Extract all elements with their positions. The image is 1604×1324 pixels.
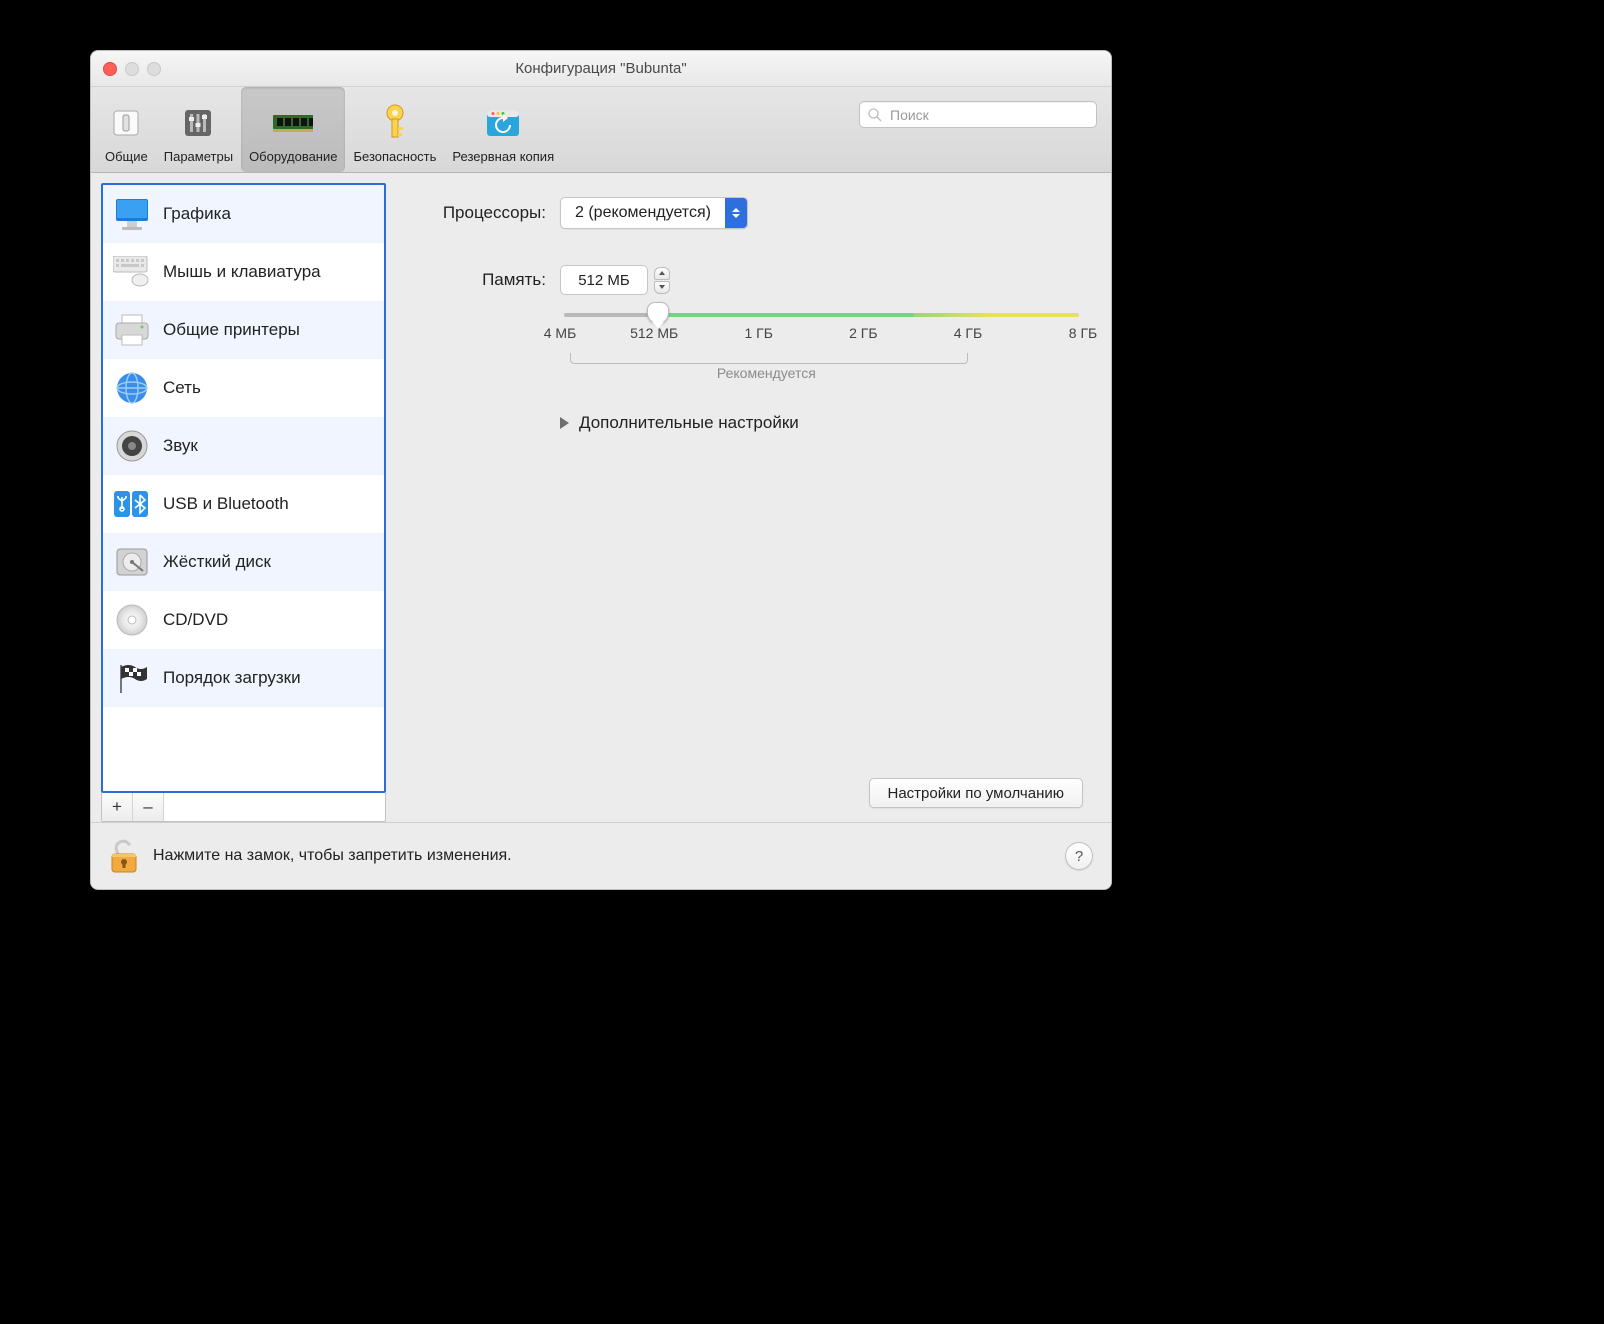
mouse-keyboard-icon: [113, 253, 151, 291]
memory-stepper[interactable]: [654, 267, 670, 294]
tick-label: 4 МБ: [544, 325, 577, 341]
sidebar-item-label: Общие принтеры: [163, 320, 300, 340]
sidebar-item-graphics[interactable]: Графика: [103, 185, 384, 243]
memory-slider[interactable]: [564, 309, 1079, 319]
search-input[interactable]: [888, 106, 1088, 124]
disclosure-triangle-icon: [560, 417, 569, 429]
slider-thumb[interactable]: [647, 302, 669, 324]
key-icon: [375, 103, 415, 143]
advanced-label: Дополнительные настройки: [579, 413, 799, 433]
sidebar-item-boot-order[interactable]: Порядок загрузки: [103, 649, 384, 707]
toolbar-label: Резервная копия: [452, 149, 554, 164]
tick-label: 2 ГБ: [849, 325, 877, 341]
window-title: Конфигурация "Bubunta": [91, 60, 1111, 77]
toolbar-label: Параметры: [164, 149, 233, 164]
ram-icon: [273, 103, 313, 143]
sidebar-add-button[interactable]: +: [102, 793, 133, 821]
toolbar-item-options[interactable]: Параметры: [156, 87, 241, 172]
advanced-settings-disclosure[interactable]: Дополнительные настройки: [560, 413, 1083, 433]
usb-bluetooth-icon: [113, 485, 151, 523]
sidebar-item-sound[interactable]: Звук: [103, 417, 384, 475]
toolbar-item-general[interactable]: Общие: [97, 87, 156, 172]
window-body: Графика Мышь и клавиатура Общие принтеры…: [91, 173, 1111, 822]
search-field[interactable]: [859, 101, 1097, 128]
memory-field[interactable]: 512 МБ: [560, 265, 648, 295]
harddisk-icon: [113, 543, 151, 581]
main-panel: Процессоры: 2 (рекомендуется) Память: 51…: [386, 173, 1111, 822]
stepper-up[interactable]: [654, 267, 670, 280]
sidebar-item-mouse-keyboard[interactable]: Мышь и клавиатура: [103, 243, 384, 301]
stepper-down[interactable]: [654, 281, 670, 294]
sliders-icon: [178, 103, 218, 143]
defaults-button[interactable]: Настройки по умолчанию: [869, 778, 1084, 808]
recommended-range: Рекомендуется: [560, 353, 1083, 383]
sidebar-item-label: Жёсткий диск: [163, 552, 271, 572]
processors-value: 2 (рекомендуется): [561, 198, 725, 228]
tick-label: 8 ГБ: [1069, 325, 1097, 341]
lock-footer: Нажмите на замок, чтобы запретить измене…: [91, 822, 1111, 889]
memory-slider-block: 4 МБ 512 МБ 1 ГБ 2 ГБ 4 ГБ 8 ГБ Рекоменд…: [560, 309, 1083, 383]
sidebar-item-label: Звук: [163, 436, 198, 456]
recommended-label: Рекомендуется: [717, 365, 816, 381]
tick-label: 4 ГБ: [954, 325, 982, 341]
sidebar-footer: + –: [101, 793, 386, 822]
config-window: Конфигурация "Bubunta" Общие Параметры: [90, 50, 1112, 890]
sidebar-remove-button[interactable]: –: [133, 793, 164, 821]
sidebar-item-label: Мышь и клавиатура: [163, 262, 321, 282]
titlebar: Конфигурация "Bubunta": [91, 51, 1111, 87]
processors-label: Процессоры:: [406, 203, 546, 223]
memory-label: Память:: [406, 270, 546, 290]
sidebar-item-label: Графика: [163, 204, 231, 224]
sidebar-item-label: Порядок загрузки: [163, 668, 301, 688]
flag-icon: [113, 659, 151, 697]
toolbar-item-security[interactable]: Безопасность: [345, 87, 444, 172]
backup-icon: [483, 103, 523, 143]
unlock-icon[interactable]: [109, 838, 139, 874]
sidebar-item-usb-bluetooth[interactable]: USB и Bluetooth: [103, 475, 384, 533]
hardware-sidebar: Графика Мышь и клавиатура Общие принтеры…: [101, 183, 386, 793]
disc-icon: [113, 601, 151, 639]
toolbar-item-backup[interactable]: Резервная копия: [444, 87, 562, 172]
sidebar-item-cddvd[interactable]: CD/DVD: [103, 591, 384, 649]
help-button[interactable]: ?: [1065, 842, 1093, 870]
switch-icon: [106, 103, 146, 143]
tick-label: 512 МБ: [630, 325, 678, 341]
sidebar-item-printers[interactable]: Общие принтеры: [103, 301, 384, 359]
globe-icon: [113, 369, 151, 407]
sidebar-item-label: Сеть: [163, 378, 201, 398]
processors-dropdown[interactable]: 2 (рекомендуется): [560, 197, 748, 229]
toolbar: Общие Параметры Оборудование Безопасност…: [91, 87, 1111, 173]
toolbar-label: Безопасность: [353, 149, 436, 164]
dropdown-arrows-icon: [725, 198, 747, 228]
toolbar-label: Общие: [105, 149, 148, 164]
monitor-icon: [113, 195, 151, 233]
toolbar-label: Оборудование: [249, 149, 337, 164]
sidebar-item-harddisk[interactable]: Жёсткий диск: [103, 533, 384, 591]
speaker-icon: [113, 427, 151, 465]
sidebar-item-network[interactable]: Сеть: [103, 359, 384, 417]
search-icon: [868, 108, 882, 122]
sidebar-item-label: CD/DVD: [163, 610, 228, 630]
slider-track: [564, 313, 1079, 317]
sidebar-item-label: USB и Bluetooth: [163, 494, 289, 514]
lock-text: Нажмите на замок, чтобы запретить измене…: [153, 847, 512, 865]
slider-ticks: 4 МБ 512 МБ 1 ГБ 2 ГБ 4 ГБ 8 ГБ: [560, 325, 1083, 351]
tick-label: 1 ГБ: [745, 325, 773, 341]
toolbar-item-hardware[interactable]: Оборудование: [241, 87, 345, 172]
printer-icon: [113, 311, 151, 349]
